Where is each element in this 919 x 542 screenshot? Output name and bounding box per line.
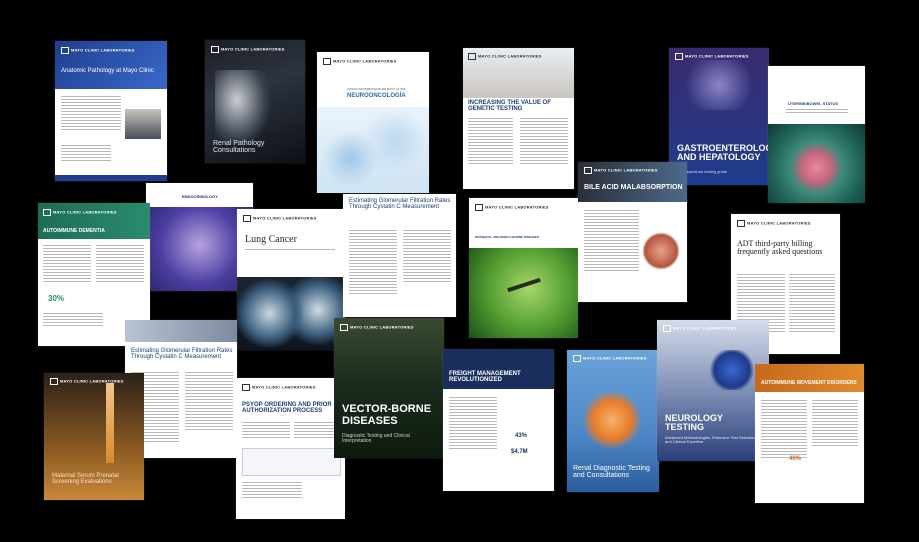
mayo-logo: MAYO CLINIC LABORATORIES [242,384,316,391]
brochure-title: FREIGHT MANAGEMENT REVOLUTIONIZED [449,371,521,384]
doctor-photo [125,109,161,139]
brochure-mosquito-diseases[interactable]: MAYO CLINIC LABORATORIES MOSQUITO- AND I… [469,198,578,338]
digestive-diagram [642,232,680,270]
footer-text [242,482,302,500]
body-text-2 [812,400,858,448]
header-photo [125,320,237,342]
mayo-logo: MAYO CLINIC LABORATORIES [573,355,647,362]
stat-value: 43% [515,433,528,439]
brochure-title: AUTOIMMUNE DEMENTIA [43,228,105,234]
mayo-logo: MAYO CLINIC LABORATORIES [468,53,542,60]
brochure-title: NEUROLOGY TESTING [665,413,723,433]
brochure-title: Estimating Glomerular Filtration Rates T… [349,198,451,211]
brochure-subtitle: Advanced Methodologies, Extensive Test S… [665,435,757,445]
brochure-genetic-testing[interactable]: MAYO CLINIC LABORATORIES INCREASING THE … [463,48,574,189]
brochure-title: Lung Cancer [245,234,297,245]
brochure-title: Renal Pathology Consultations [213,140,265,155]
kidney-image [582,390,642,450]
lung-cell-image [237,277,345,350]
body-text-2 [789,274,835,334]
pipette-image [106,383,114,463]
stat-value-2: $4.7M [511,449,528,455]
mayo-logo: MAYO CLINIC LABORATORIES [323,58,397,65]
body-text-2 [520,118,568,166]
body-text [468,118,513,166]
mayo-logo: MAYO CLINIC LABORATORIES [340,324,414,331]
brochure-title: UTERINE/BOWEL STATUS [788,101,838,106]
body-text-2 [403,230,451,284]
mayo-logo: MAYO CLINIC LABORATORIES [243,215,317,222]
mayo-logo: MAYO CLINIC LABORATORIES [43,209,117,216]
body-text [584,210,639,273]
cell-image [768,124,865,203]
body-text-2 [61,145,111,163]
brochure-title: INCREASING THE VALUE OF GENETIC TESTING [468,100,551,113]
mayo-logo: MAYO CLINIC LABORATORIES [737,220,811,227]
brochure-vector-borne[interactable]: MAYO CLINIC LABORATORIES VECTOR-BORNE DI… [334,318,444,458]
header-band [755,364,864,392]
brochure-maternal-serum[interactable]: MAYO CLINIC LABORATORIES Maternal Serum … [44,373,144,500]
stat-value: 30% [48,294,65,303]
subtitle-lines [245,249,335,252]
brochure-lung-cancer[interactable]: MAYO CLINIC LABORATORIES Lung Cancer [237,209,345,350]
body-text [43,245,91,284]
brochure-renal-pathology[interactable]: MAYO CLINIC LABORATORIES Renal Pathology… [205,40,305,163]
brochure-neurology-testing[interactable]: MAYO CLINIC LABORATORIES NEUROLOGY TESTI… [657,320,769,461]
brochure-freight-management[interactable]: FREIGHT MANAGEMENT REVOLUTIONIZED 43% $4… [443,349,554,491]
brochure-autoimmune-movement[interactable]: AUTOIMMUNE MOVEMENT DISORDERS 40% [755,364,864,503]
body-text [242,422,290,440]
process-flowchart [242,448,341,476]
neuron-image [317,107,429,193]
mayo-logo: MAYO CLINIC LABORATORIES [663,325,737,332]
brochure-title: NEUROONCOLOGÍA [347,93,406,99]
mayo-logo: MAYO CLINIC LABORATORIES [211,46,285,53]
body-text-2 [96,245,144,284]
body-text [61,96,121,132]
body-text [449,397,497,451]
body-text [761,400,807,460]
brochure-egfr-cystatin-top[interactable]: Estimating Glomerular Filtration Rates T… [343,194,456,317]
brochure-title: Estimating Glomerular Filtration Rates T… [131,348,233,361]
stat-value: 40% [789,456,802,462]
brochure-subtitle: Diagnostic Testing and Clinical Interpre… [342,433,410,445]
mayo-logo: MAYO CLINIC LABORATORIES [475,204,549,211]
mayo-logo: MAYO CLINIC LABORATORIES [584,167,658,174]
body-text-2 [185,372,233,432]
brochure-title: VECTOR-BORNE DISEASES [342,403,432,427]
brochure-neurooncologia[interactable]: MAYO CLINIC LABORATORIES CASOS INFORMATI… [317,52,429,193]
brochure-title: PSYOP ORDERING AND PRIOR AUTHORIZATION P… [242,402,332,415]
brochure-title: MOSQUITO- AND INSECT-BORNE DISEASES [475,235,540,239]
brochure-renal-diagnostic[interactable]: MAYO CLINIC LABORATORIES Renal Diagnosti… [567,350,659,492]
footer-text [43,313,103,328]
brochure-title: ADT third-party billing frequently asked… [737,239,823,257]
brochure-psyop-authorization[interactable]: MAYO CLINIC LABORATORIES PSYOP ORDERING … [236,378,345,519]
mosquito-image [469,248,578,338]
brochure-title: BILE ACID MALABSORPTION [584,184,683,191]
brochure-title: ENDOCRINOLOGY [182,194,218,199]
kicker-text: CASOS INFORMATIVOS DE MAYO CLINIC [347,87,407,91]
brochure-cell-biology[interactable]: UTERINE/BOWEL STATUS [768,66,865,203]
tissue-image [669,60,769,110]
footer-band [55,175,167,181]
microscope-image [215,70,270,145]
brochure-title: Renal Diagnostic Testing and Consultatio… [573,465,650,480]
body-text [349,230,397,296]
brochure-title: Maternal Serum Prenatal Screening Evalua… [52,473,119,486]
brochure-bile-acid[interactable]: MAYO CLINIC LABORATORIES BILE ACID MALAB… [578,162,687,302]
brochure-anatomic-pathology[interactable]: MAYO CLINIC LABORATORIES Anatomic Pathol… [55,41,167,181]
brochure-title: AUTOIMMUNE MOVEMENT DISORDERS [761,380,857,386]
brochure-title: GASTROENTEROLOGY AND HEPATOLOGY [677,143,769,163]
mayo-logo: MAYO CLINIC LABORATORIES [61,47,135,54]
mayo-logo: MAYO CLINIC LABORATORIES [675,53,749,60]
brochure-title: Anatomic Pathology at Mayo Clinic [61,68,154,74]
subtitle-lines [786,109,848,115]
lab-image [707,350,757,390]
